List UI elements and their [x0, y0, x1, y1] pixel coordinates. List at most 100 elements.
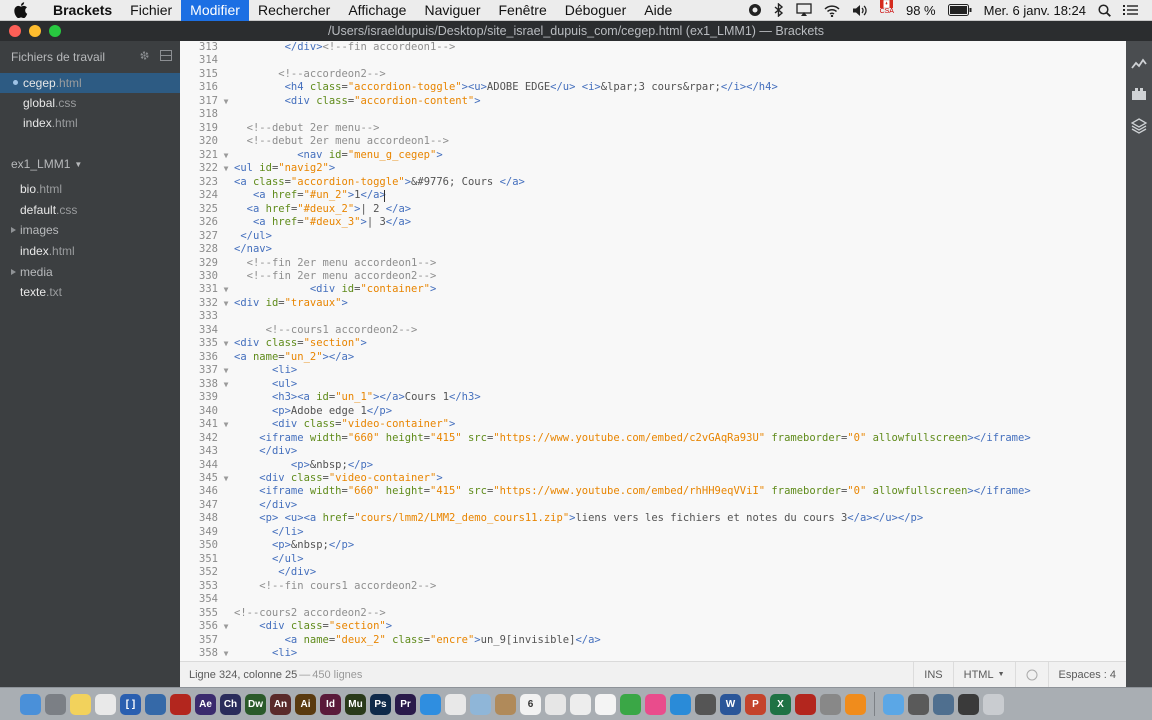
menu-modifier[interactable]: Modifier	[181, 0, 249, 21]
code-line[interactable]: 337 ▼ <li>	[180, 364, 1126, 377]
code-line[interactable]: 348 <p> <u><a href="cours/lmm2/LMM2_demo…	[180, 512, 1126, 525]
code-line[interactable]: 340 <p>Adobe edge 1</p>	[180, 405, 1126, 418]
character-animator-icon[interactable]: Ch	[220, 693, 241, 715]
code-line[interactable]: 331 ▼ <div id="container">	[180, 283, 1126, 296]
fold-arrow-icon[interactable]: ▼	[218, 620, 234, 633]
code-line[interactable]: 325 <a href="#deux_2">| 2 </a>	[180, 203, 1126, 216]
code-line[interactable]: 322 ▼ <ul id="navig2">	[180, 162, 1126, 175]
code-line[interactable]: 339 <h3><a id="un_1"></a>Cours 1</h3>	[180, 391, 1126, 404]
code-line[interactable]: 334 <!--cours1 accordeon2-->	[180, 324, 1126, 337]
code-line[interactable]: 352 </div>	[180, 566, 1126, 579]
illustrator-icon[interactable]: Ai	[295, 693, 316, 715]
automator-icon[interactable]	[820, 693, 841, 715]
cursor-position[interactable]: Ligne 324, colonne 25	[180, 669, 297, 681]
working-file-item[interactable]: cegep.html	[0, 73, 180, 93]
after-effects-icon[interactable]: Ae	[195, 693, 216, 715]
code-line[interactable]: 319 <!--debut 2er menu-->	[180, 122, 1126, 135]
working-file-item[interactable]: global.css	[0, 93, 180, 113]
indent-setting[interactable]: Espaces : 4	[1047, 661, 1126, 688]
indesign-icon[interactable]: Id	[320, 693, 341, 715]
fold-arrow-icon[interactable]: ▼	[218, 472, 234, 485]
input-source-flag-icon[interactable]: CSA	[874, 0, 900, 21]
battery-percent[interactable]: 98 %	[900, 0, 942, 21]
screenshot-icon[interactable]	[908, 693, 929, 715]
code-line[interactable]: 315 <!--accordeon2-->	[180, 68, 1126, 81]
menu-déboguer[interactable]: Déboguer	[556, 0, 636, 21]
code-line[interactable]: 351 </ul>	[180, 553, 1126, 566]
safari-icon[interactable]	[420, 693, 441, 715]
clock[interactable]: Mer. 6 janv. 18:24	[978, 0, 1092, 21]
window-icon[interactable]	[958, 693, 979, 715]
preview-icon[interactable]	[470, 693, 491, 715]
window-title-bar[interactable]: /Users/israeldupuis/Desktop/site_israel_…	[0, 21, 1152, 41]
code-line[interactable]: 357 <a name="deux_2" class="encre">un_9[…	[180, 634, 1126, 647]
textedit-icon[interactable]	[95, 693, 116, 715]
code-line[interactable]: 321 ▼ <nav id="menu_g_cegep">	[180, 149, 1126, 162]
flash-icon[interactable]	[795, 693, 816, 715]
battery-icon[interactable]	[942, 0, 978, 21]
fold-arrow-icon[interactable]: ▼	[218, 297, 234, 310]
code-line[interactable]: 317 ▼ <div class="accordion-content">	[180, 95, 1126, 108]
code-line[interactable]: 327 </ul>	[180, 230, 1126, 243]
code-line[interactable]: 332 ▼ <div id="travaux">	[180, 297, 1126, 310]
folder-icon[interactable]	[883, 693, 904, 715]
code-line[interactable]: 344 <p>&nbsp;</p>	[180, 459, 1126, 472]
reminders-icon[interactable]	[570, 693, 591, 715]
code-line[interactable]: 342 <iframe width="660" height="415" src…	[180, 432, 1126, 445]
code-line[interactable]: 324 <a href="#un_2">1</a>	[180, 189, 1126, 202]
contacts-icon[interactable]	[495, 693, 516, 715]
menu-affichage[interactable]: Affichage	[339, 0, 415, 21]
muse-icon[interactable]: Mu	[345, 693, 366, 715]
tree-file[interactable]: default.css	[0, 200, 180, 221]
tree-folder[interactable]: media	[0, 262, 180, 283]
fold-arrow-icon[interactable]: ▼	[218, 364, 234, 377]
downloads-icon[interactable]	[933, 693, 954, 715]
fold-arrow-icon[interactable]: ▼	[218, 337, 234, 350]
project-dropdown[interactable]: ex1_LMM1 ▼	[0, 149, 180, 179]
trash-icon[interactable]	[983, 693, 1004, 715]
quicktime-icon[interactable]	[145, 693, 166, 715]
tree-folder[interactable]: images	[0, 220, 180, 241]
app-store-icon[interactable]	[670, 693, 691, 715]
close-window-button[interactable]	[9, 25, 21, 37]
linter-status-icon[interactable]	[1014, 661, 1048, 688]
menu-fenêtre[interactable]: Fenêtre	[490, 0, 556, 21]
tree-file[interactable]: texte.txt	[0, 282, 180, 303]
excel-icon[interactable]: X	[770, 693, 791, 715]
language-select[interactable]: HTML ▼	[952, 661, 1015, 688]
stickies-icon[interactable]	[545, 693, 566, 715]
minimize-window-button[interactable]	[29, 25, 41, 37]
airplay-icon[interactable]	[790, 0, 818, 21]
finder-icon[interactable]	[20, 693, 41, 715]
code-line[interactable]: 338 ▼ <ul>	[180, 378, 1126, 391]
code-line[interactable]: 353 <!--fin cours1 accordeon2-->	[180, 580, 1126, 593]
working-file-item[interactable]: index.html	[0, 113, 180, 133]
photoshop-icon[interactable]: Ps	[370, 693, 391, 715]
fold-arrow-icon[interactable]: ▼	[218, 283, 234, 296]
vlc-icon[interactable]	[845, 693, 866, 715]
powerpoint-icon[interactable]: P	[745, 693, 766, 715]
fold-arrow-icon[interactable]: ▼	[218, 162, 234, 175]
code-line[interactable]: 346 <iframe width="660" height="415" src…	[180, 485, 1126, 498]
code-line[interactable]: 323 <a class="accordion-toggle">&#9776; C…	[180, 176, 1126, 189]
calendar-icon[interactable]: 6	[520, 693, 541, 715]
split-view-icon[interactable]	[160, 50, 172, 64]
animate-icon[interactable]: An	[270, 693, 291, 715]
facetime-icon[interactable]	[620, 693, 641, 715]
code-line[interactable]: 313 </div><!--fin accordeon1-->	[180, 41, 1126, 54]
code-line[interactable]: 329 <!--fin 2er menu accordeon1-->	[180, 257, 1126, 270]
code-line[interactable]: 347 </div>	[180, 499, 1126, 512]
code-line[interactable]: 358 ▼ <li>	[180, 647, 1126, 660]
fold-arrow-icon[interactable]: ▼	[218, 418, 234, 431]
code-line[interactable]: 320 <!--debut 2er menu accordeon1-->	[180, 135, 1126, 148]
code-line[interactable]: 349 </li>	[180, 526, 1126, 539]
menu-naviguer[interactable]: Naviguer	[415, 0, 489, 21]
code-editor[interactable]: 313 </div><!--fin accordeon1--> 314 315 <!…	[180, 41, 1126, 661]
code-line[interactable]: 316 <h4 class="accordion-toggle"><u>ADOB…	[180, 81, 1126, 94]
code-line[interactable]: 356 ▼ <div class="section">	[180, 620, 1126, 633]
bluetooth-icon[interactable]	[768, 0, 790, 21]
volume-icon[interactable]	[846, 0, 874, 21]
menu-rechercher[interactable]: Rechercher	[249, 0, 339, 21]
itunes-icon[interactable]	[645, 693, 666, 715]
fold-arrow-icon[interactable]: ▼	[218, 378, 234, 391]
